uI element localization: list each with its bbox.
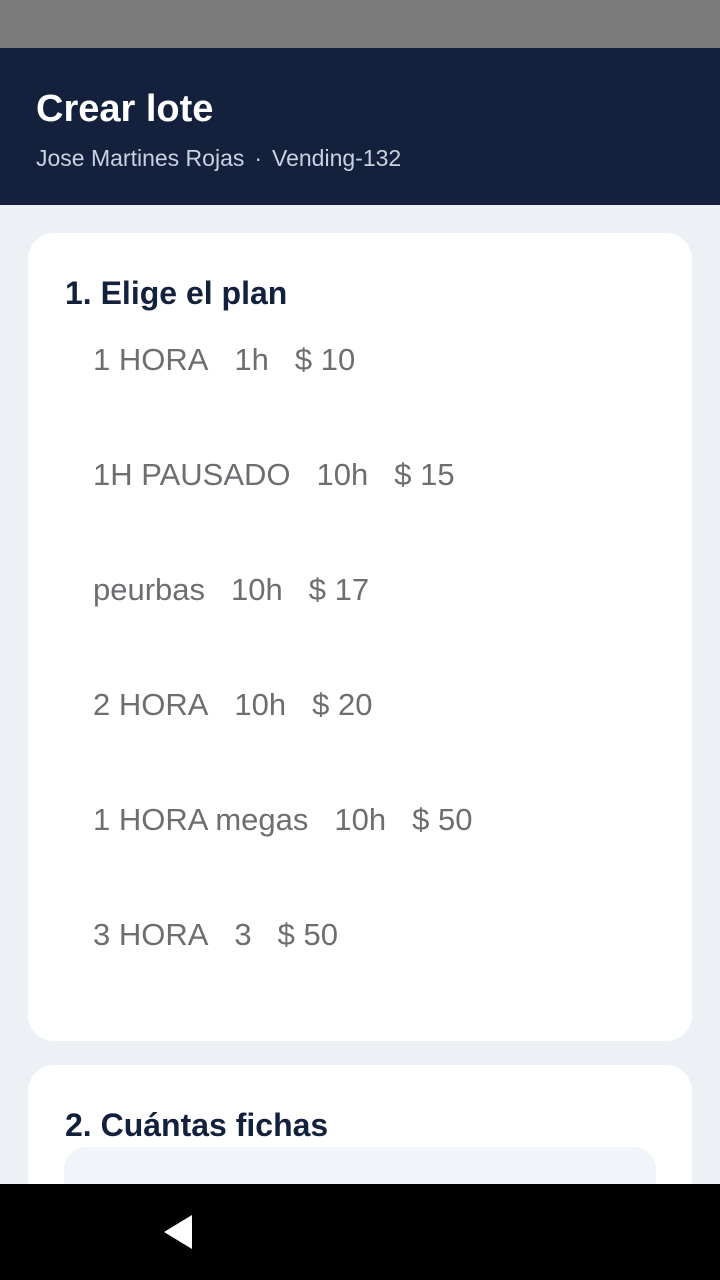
plan-option[interactable]: 1 HORA megas 10h $ 50: [28, 788, 692, 903]
plan-name: peurbas: [93, 572, 206, 607]
main-content[interactable]: 1. Elige el plan 1 HORA 1h $ 10 1H PAUSA…: [0, 205, 720, 1184]
plan-name: 1 HORA megas: [93, 802, 309, 837]
plan-list: 1 HORA 1h $ 10 1H PAUSADO 10h $ 15 peurb…: [28, 328, 692, 1018]
plan-option[interactable]: peurbas 10h $ 17: [28, 558, 692, 673]
count-card: 2. Cuántas fichas: [28, 1065, 692, 1184]
plan-name: 1H PAUSADO: [93, 457, 291, 492]
navigation-bar: [0, 1184, 720, 1280]
plan-price: $ 10: [294, 342, 356, 377]
app-header: Crear lote Jose Martines Rojas · Vending-1…: [0, 48, 720, 205]
plan-section-heading: 1. Elige el plan: [65, 275, 288, 311]
page-title: Crear lote: [36, 88, 214, 130]
plan-price: $ 17: [308, 572, 370, 607]
plan-duration: 10h: [316, 457, 369, 492]
count-input[interactable]: [64, 1147, 656, 1184]
status-bar: [0, 0, 720, 48]
machine-name: Vending-132: [272, 145, 402, 171]
count-section-heading: 2. Cuántas fichas: [65, 1107, 329, 1143]
plan-option[interactable]: 1H PAUSADO 10h $ 15: [28, 443, 692, 558]
plan-name: 2 HORA: [93, 687, 209, 722]
plan-price: $ 50: [412, 802, 473, 837]
page-subtitle: Jose Martines Rojas · Vending-132: [36, 144, 684, 172]
plan-name: 1 HORA: [93, 342, 209, 377]
plan-option[interactable]: 2 HORA 10h $ 20: [28, 673, 692, 788]
back-triangle-icon[interactable]: [160, 1212, 200, 1252]
plan-price: $ 50: [277, 917, 339, 952]
plan-duration: 1h: [234, 342, 269, 377]
plan-price: $ 20: [312, 687, 373, 722]
subtitle-separator: ·: [254, 145, 263, 171]
plan-duration: 10h: [234, 687, 287, 722]
user-name: Jose Martines Rojas: [36, 145, 245, 171]
plan-card: 1. Elige el plan 1 HORA 1h $ 10 1H PAUSA…: [28, 233, 692, 1041]
plan-name: 3 HORA: [93, 917, 209, 952]
plan-duration: 10h: [334, 802, 387, 837]
plan-duration: 3: [234, 917, 252, 952]
plan-option[interactable]: 3 HORA 3 $ 50: [28, 903, 692, 1018]
plan-duration: 10h: [231, 572, 283, 607]
plan-option[interactable]: 1 HORA 1h $ 10: [28, 328, 692, 443]
plan-price: $ 15: [394, 457, 455, 492]
